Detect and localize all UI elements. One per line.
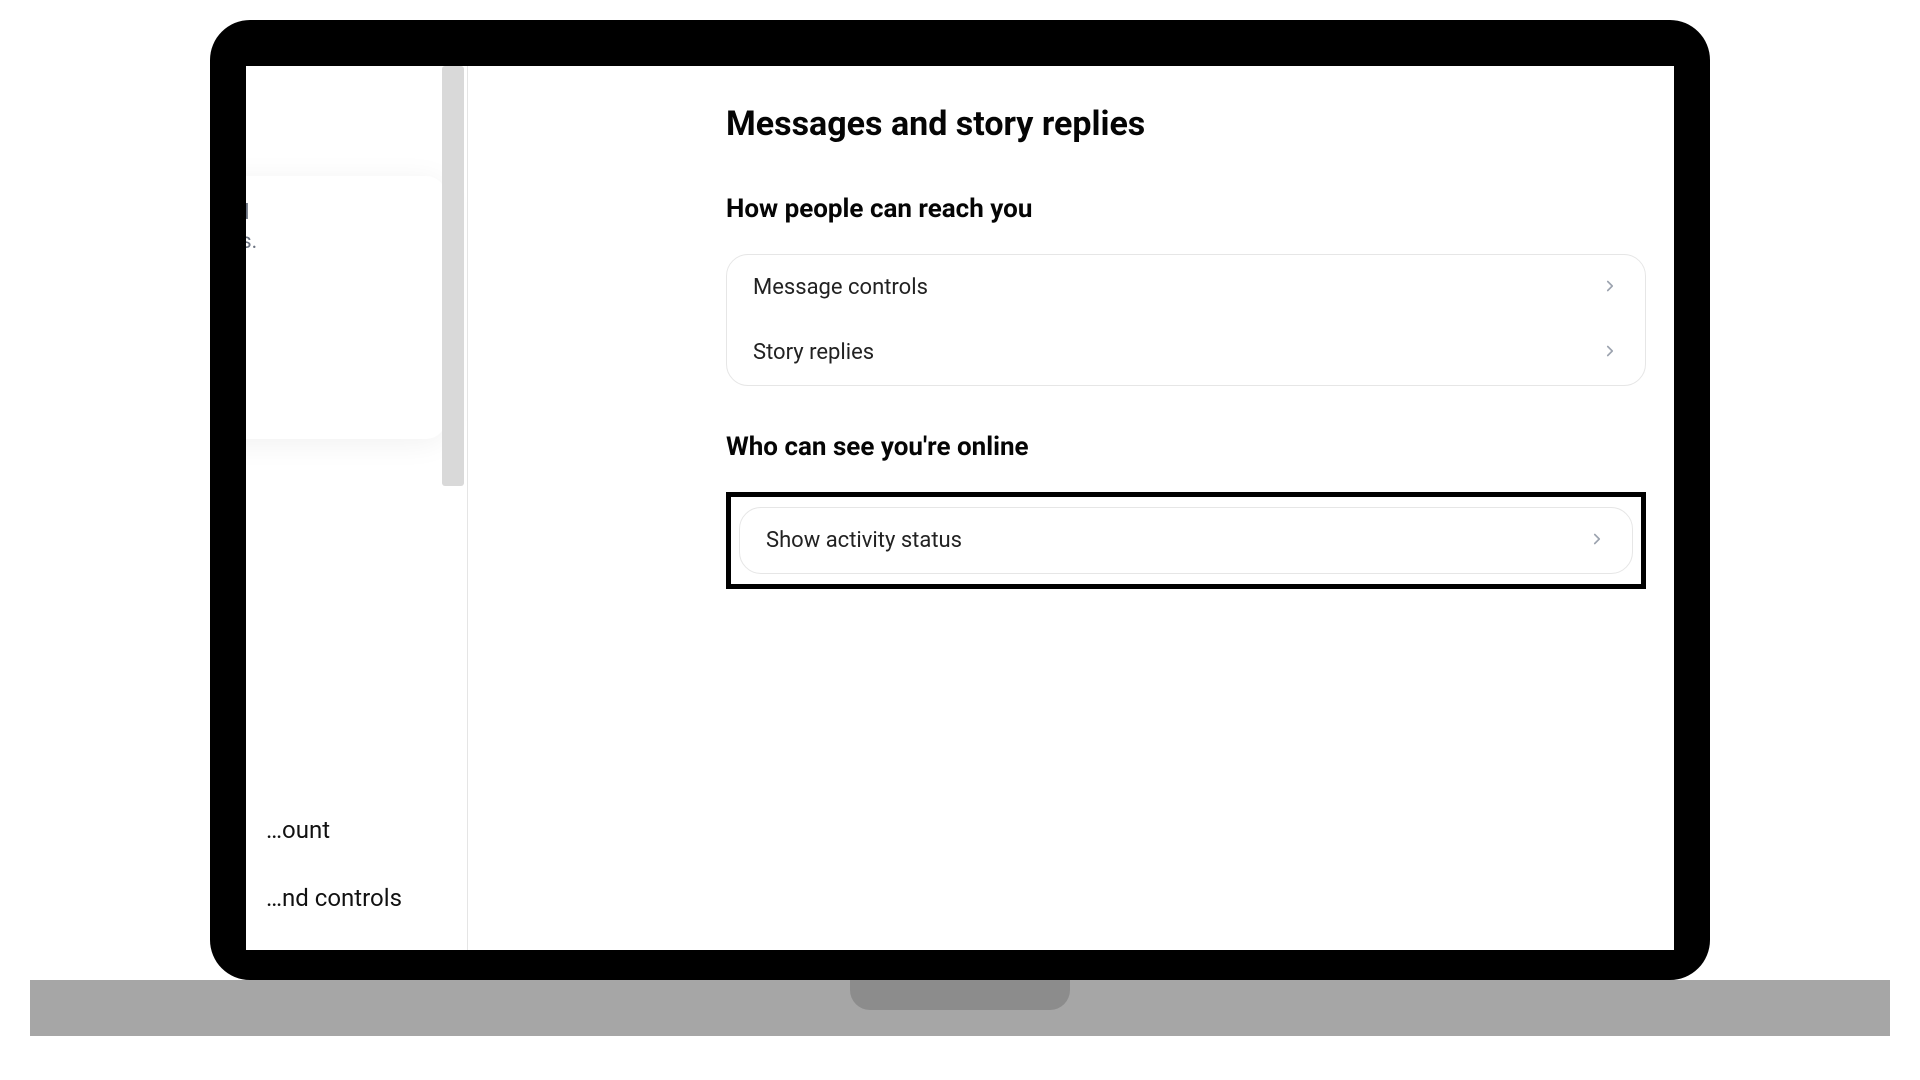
row-label-story-replies: Story replies xyxy=(753,340,874,365)
laptop-bezel: …xperiences and …ta technologies. …ter …… xyxy=(210,20,1710,980)
section-who-can-see-online: Who can see you're online Show activity … xyxy=(726,432,1646,589)
section-how-people-reach-you: How people can reach you Message control… xyxy=(726,194,1646,386)
sidebar-card-text-line2: …ta technologies. xyxy=(246,229,418,256)
sidebar-item-controls[interactable]: …nd controls xyxy=(246,884,446,912)
row-message-controls[interactable]: Message controls xyxy=(727,255,1645,320)
reach-you-card: Message controls Story replies xyxy=(726,254,1646,386)
row-show-activity-status[interactable]: Show activity status xyxy=(740,508,1632,573)
sidebar-card-text-line1: …xperiences and xyxy=(246,200,418,227)
sidebar-card-spacer xyxy=(246,257,418,331)
highlight-annotation: Show activity status xyxy=(726,492,1646,589)
main-content: Messages and story replies How people ca… xyxy=(726,104,1646,589)
sidebar-link-accounts-center[interactable]: …ter xyxy=(246,379,418,403)
row-label-message-controls: Message controls xyxy=(753,275,928,300)
chevron-right-icon xyxy=(1601,342,1619,364)
sidebar-scrollbar[interactable] xyxy=(442,66,464,486)
section-title-reach: How people can reach you xyxy=(726,194,1646,224)
chevron-right-icon xyxy=(1601,277,1619,299)
laptop-hinge-notch xyxy=(850,980,1070,1010)
page-title: Messages and story replies xyxy=(726,104,1646,144)
row-label-show-activity-status: Show activity status xyxy=(766,528,962,553)
app-window: …xperiences and …ta technologies. …ter …… xyxy=(246,66,1674,950)
section-title-online: Who can see you're online xyxy=(726,432,1646,462)
vertical-divider xyxy=(467,66,468,950)
row-story-replies[interactable]: Story replies xyxy=(727,320,1645,385)
chevron-right-icon xyxy=(1588,530,1606,552)
sidebar-item-account[interactable]: …ount xyxy=(246,816,446,844)
sidebar-nav-lower: …ount …nd controls xyxy=(246,816,446,950)
settings-sidebar: …xperiences and …ta technologies. …ter …… xyxy=(246,66,446,950)
online-status-card: Show activity status xyxy=(739,507,1633,574)
sidebar-info-card: …xperiences and …ta technologies. …ter xyxy=(246,176,446,439)
laptop-screen: …xperiences and …ta technologies. …ter …… xyxy=(246,66,1674,950)
laptop-frame: …xperiences and …ta technologies. …ter …… xyxy=(210,20,1710,1036)
